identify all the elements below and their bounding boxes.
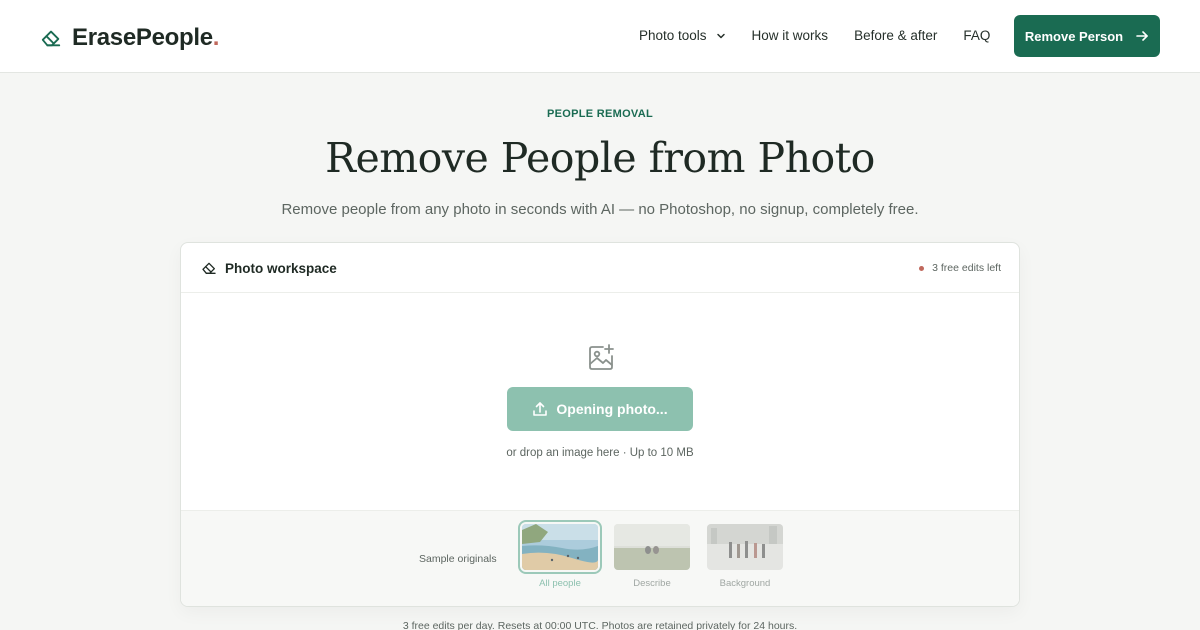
nav-faq[interactable]: FAQ <box>963 28 990 43</box>
hero-eyebrow: PEOPLE REMOVAL <box>546 108 654 120</box>
edits-left-text: 3 free edits left <box>932 262 1001 274</box>
sample-all-people[interactable]: All people <box>518 520 602 589</box>
drop-hint: or drop an image here · Up to 10 MB <box>506 447 694 459</box>
remove-person-button[interactable]: Remove Person <box>1014 15 1160 57</box>
nav-photo-tools-label: Photo tools <box>639 28 707 43</box>
chevron-down-icon <box>716 33 725 38</box>
hero-subtitle: Remove people from any photo in seconds … <box>281 201 919 218</box>
photo-workspace-card: Photo workspace 3 free edits left Openin… <box>180 242 1020 607</box>
nav-before-after-label: Before & after <box>854 28 938 43</box>
status-dot-icon <box>919 265 925 271</box>
workspace-title: Photo workspace <box>201 260 337 276</box>
nav-how-it-works[interactable]: How it works <box>752 28 829 43</box>
opening-photo-button[interactable]: Opening photo... <box>507 387 693 431</box>
workspace-header: Photo workspace 3 free edits left <box>181 243 1019 293</box>
sample-caption: Describe <box>633 578 671 589</box>
eraser-icon <box>41 30 61 47</box>
sample-describe[interactable]: Describe <box>614 524 690 589</box>
remove-person-label: Remove Person <box>1024 28 1124 44</box>
nav-how-it-works-label: How it works <box>751 28 829 43</box>
logo-dot: . <box>212 24 220 51</box>
logo-text: ErasePeople <box>72 24 213 51</box>
sample-originals: Sample originals All people Describe Bac… <box>181 510 1019 606</box>
nav-photo-tools[interactable]: Photo tools <box>639 28 726 43</box>
arrow-right-icon <box>1136 31 1148 41</box>
street-photo-icon <box>707 524 783 570</box>
page-title: Remove People from Photo <box>325 134 875 182</box>
samples-label: Sample originals <box>419 553 497 565</box>
sample-background[interactable]: Background <box>707 524 783 589</box>
sample-caption: Background <box>719 578 771 589</box>
beach-photo-icon <box>518 520 602 574</box>
image-add-icon <box>589 344 614 370</box>
nav-before-after[interactable]: Before & after <box>854 28 937 43</box>
workspace-title-label: Photo workspace <box>225 260 337 276</box>
opening-photo-label: Opening photo... <box>556 401 668 417</box>
logo[interactable]: ErasePeople. <box>40 24 219 52</box>
nav-faq-label: FAQ <box>963 28 991 43</box>
main-nav: Photo tools How it works Before & after … <box>639 28 990 43</box>
upload-icon <box>533 402 548 416</box>
footnote: 3 free edits per day. Resets at 00:00 UT… <box>402 620 798 630</box>
edits-left-badge: 3 free edits left <box>919 262 1001 274</box>
site-header: ErasePeople. Photo tools How it works Be… <box>0 0 1200 73</box>
sample-caption: All people <box>539 578 581 589</box>
eraser-icon <box>202 262 216 274</box>
field-photo-icon <box>614 524 690 570</box>
